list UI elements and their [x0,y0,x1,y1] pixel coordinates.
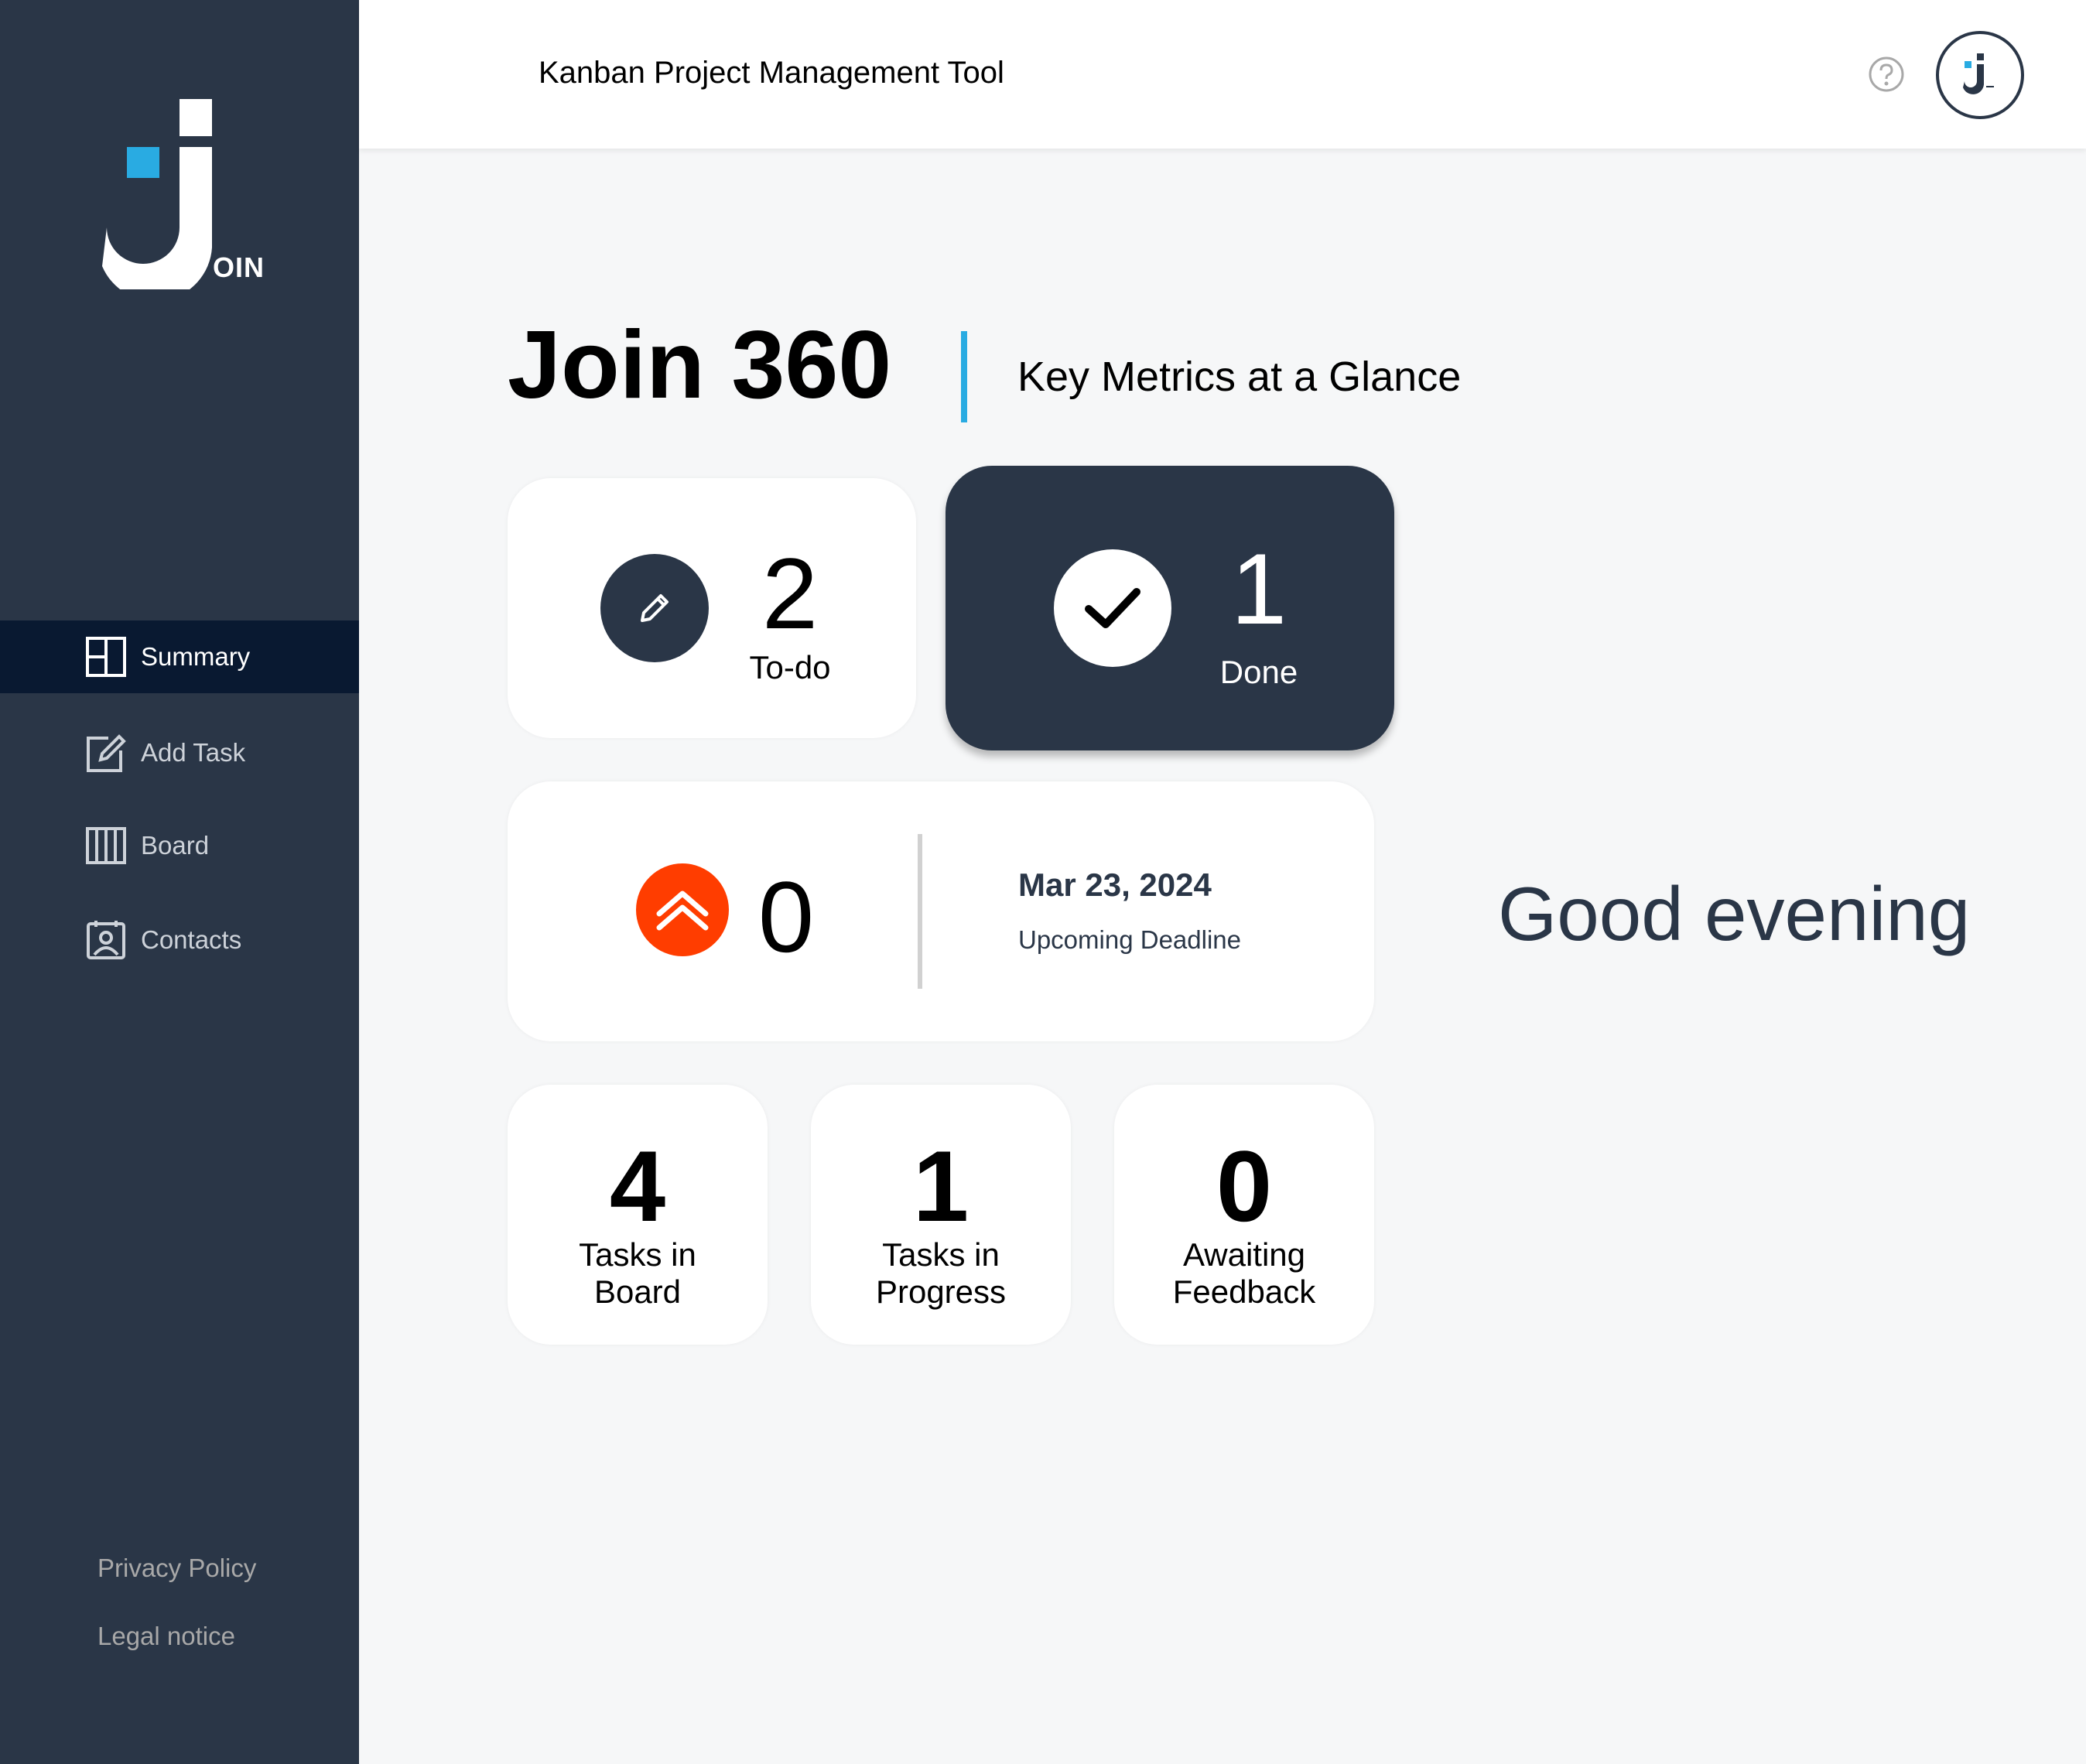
summary-icon [85,636,127,678]
todo-count: 2 [761,537,819,650]
awaiting-feedback-label: Awaiting Feedback [1114,1236,1374,1311]
board-icon [85,825,127,867]
title-divider [961,331,967,422]
label-line: Tasks in [579,1236,696,1273]
tasks-in-board-count: 4 [609,1130,666,1243]
sidebar-item-contacts[interactable]: Contacts [0,904,359,976]
page-subtitle: Key Metrics at a Glance [1017,354,1462,400]
sidebar-item-board[interactable]: Board [0,809,359,882]
sidebar-item-add-task[interactable]: Add Task [0,716,359,789]
sidebar: OIN Summary Add Task Board Contacts Priv… [0,0,359,1764]
logo-text: OIN [213,251,265,283]
deadline-label: Upcoming Deadline [1018,925,1241,954]
sidebar-item-label: Board [141,831,210,860]
deadline-date: Mar 23, 2024 [1018,867,1212,903]
pencil-icon [600,554,709,662]
label-line: Feedback [1172,1273,1316,1310]
sidebar-item-label: Summary [141,642,251,671]
label-line: Tasks in [882,1236,1000,1273]
privacy-policy-link[interactable]: Privacy Policy [97,1554,256,1583]
help-icon[interactable] [1868,56,1905,93]
todo-label: To-do [749,649,831,685]
urgent-card[interactable]: 0 [508,781,1374,1041]
label-line: Board [593,1273,682,1310]
tasks-in-progress-count: 1 [912,1130,969,1243]
urgent-icon [636,863,729,956]
tasks-in-progress-card[interactable]: 1 Tasks in Progress [811,1085,1071,1345]
sidebar-item-summary[interactable]: Summary [0,620,359,693]
greeting: Good evening [1498,871,1971,956]
urgent-count: 0 [757,860,815,973]
header-title: Kanban Project Management Tool [539,56,1004,90]
awaiting-feedback-card[interactable]: 0 Awaiting Feedback [1114,1085,1374,1345]
done-label: Done [1219,654,1298,690]
tasks-in-board-label: Tasks in Board [508,1236,768,1311]
contacts-icon [85,919,127,961]
sidebar-item-label: Contacts [141,925,242,954]
tasks-in-progress-label: Tasks in Progress [811,1236,1071,1311]
urgent-divider [918,834,922,989]
awaiting-feedback-count: 0 [1216,1130,1273,1243]
label-line: Progress [875,1273,1007,1310]
avatar-logo-icon [1963,53,1994,94]
todo-card[interactable]: 2 To-do [508,478,916,738]
page-title: Join 360 [508,312,892,419]
done-card[interactable]: 1 Done [946,466,1394,750]
legal-notice-link[interactable]: Legal notice [97,1622,235,1651]
check-icon [1054,549,1171,667]
user-avatar[interactable] [1936,31,2024,119]
add-task-icon [85,732,127,774]
tasks-in-board-card[interactable]: 4 Tasks in Board [508,1085,768,1345]
header: Kanban Project Management Tool [359,0,2086,149]
done-count: 1 [1230,532,1288,645]
sidebar-item-label: Add Task [141,738,246,767]
label-line: Awaiting [1183,1236,1305,1273]
